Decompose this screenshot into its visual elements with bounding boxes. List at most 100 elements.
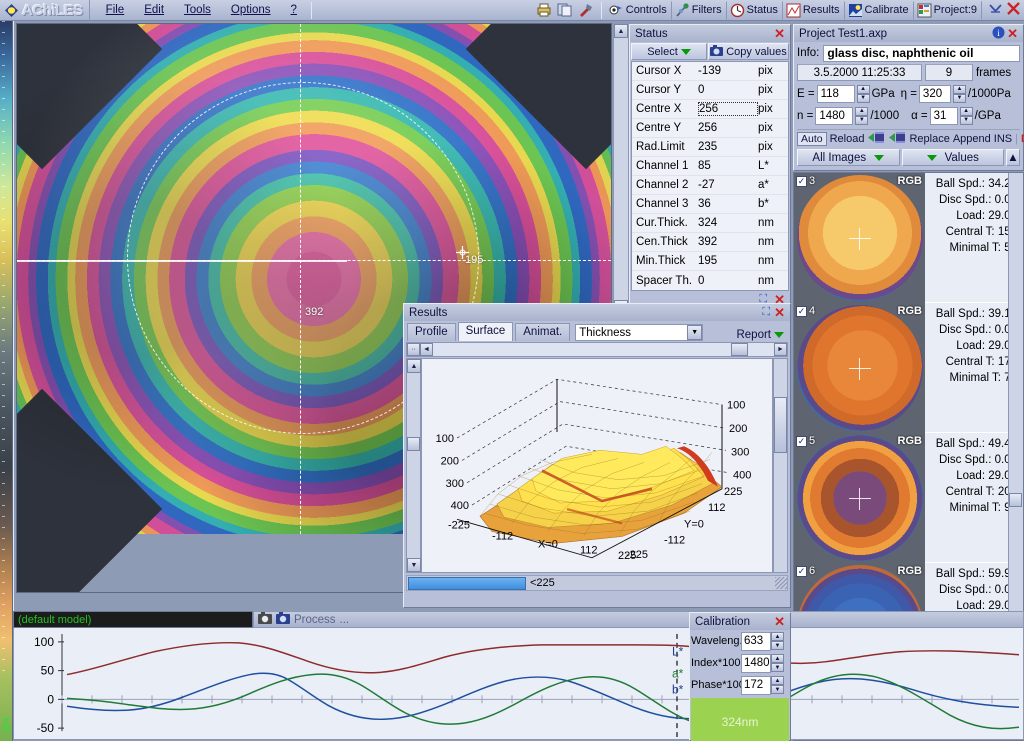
param-eta-stepper[interactable]: ▲ ▼	[952, 84, 966, 103]
checkbox[interactable]: ✓	[796, 305, 807, 317]
status-row-cursor-x[interactable]: Cursor X -139 pix	[632, 62, 788, 81]
toolbar-controls-button[interactable]: Controls	[606, 0, 672, 20]
checkbox[interactable]: ✓	[796, 435, 807, 447]
status-row-channel-3[interactable]: Channel 3 36 b*	[632, 195, 788, 214]
status-row-spacer-th[interactable]: Spacer Th. 0 nm	[632, 271, 788, 290]
tab-animat[interactable]: Animat.	[515, 323, 571, 341]
scroll-thumb[interactable]	[731, 343, 748, 356]
thumbnail-check[interactable]: ✓ 5	[796, 435, 815, 447]
stepper-up-icon[interactable]: ▲	[771, 676, 784, 685]
param-E-input[interactable]: 118	[816, 84, 855, 103]
status-row-min-thick[interactable]: Min.Thick 195 nm	[632, 252, 788, 271]
index-stepper[interactable]: ▲ ▼	[771, 654, 784, 672]
thumbnail[interactable]: ✓ 5 RGB	[794, 433, 925, 563]
list-item[interactable]: ✓ 5 RGB Ball Spd.: 49.46 Disc Spd.: 0.00…	[794, 433, 1023, 563]
status-close-icon[interactable]: ✕	[772, 27, 787, 40]
status-copy-values-button[interactable]: Copy values	[708, 43, 789, 60]
results-quantity-select[interactable]: Thickness ▼	[575, 324, 704, 341]
phase-stepper[interactable]: ▲ ▼	[771, 676, 784, 694]
stepper-up-icon[interactable]: ▲	[959, 106, 973, 116]
scroll-thumb[interactable]	[1009, 493, 1022, 507]
tab-surface[interactable]: Surface	[457, 322, 514, 341]
stepper-up-icon[interactable]: ▲	[952, 84, 966, 94]
ins-button[interactable]: INS	[994, 133, 1012, 145]
status-row-cen-thick[interactable]: Cen.Thick 392 nm	[632, 233, 788, 252]
stepper-down-icon[interactable]: ▼	[856, 93, 870, 103]
resize-grip-icon[interactable]	[775, 577, 787, 589]
scroll-thumb[interactable]	[407, 436, 420, 451]
process-label[interactable]: Process	[294, 614, 336, 626]
tools-icon[interactable]	[577, 1, 596, 20]
param-n-stepper[interactable]: ▲ ▼	[855, 106, 869, 125]
status-row-rad-limit[interactable]: Rad.Limit 235 pix	[632, 138, 788, 157]
minimize-icon[interactable]	[988, 2, 1003, 18]
status-row-channel-1[interactable]: Channel 1 85 L*	[632, 157, 788, 176]
copy-icon[interactable]	[556, 1, 575, 20]
checkbox[interactable]: ✓	[796, 565, 807, 577]
scroll-up-button[interactable]: ▲	[407, 359, 421, 373]
toolbar-results-button[interactable]: Results	[783, 0, 845, 20]
menu-file[interactable]: File	[96, 2, 135, 18]
auto-button[interactable]: Auto	[797, 132, 827, 146]
results-right-scrollbar[interactable]	[773, 358, 788, 573]
list-item[interactable]: ✓ 3 RGB Ball Spd.: 34.20 Disc Spd.: 0.00…	[794, 173, 1023, 303]
info-icon[interactable]: i	[992, 26, 1005, 42]
camera-blue-icon[interactable]	[276, 612, 290, 627]
menu-tools[interactable]: Tools	[174, 2, 221, 18]
stepper-up-icon[interactable]: ▲	[771, 654, 784, 663]
camera-icon[interactable]	[258, 612, 272, 627]
append-film-icon[interactable]	[888, 131, 906, 147]
close-icon[interactable]	[1006, 2, 1021, 18]
thumbnail[interactable]: ✓ 3 RGB	[794, 173, 925, 303]
thumbnail-check[interactable]: ✓ 3	[796, 175, 815, 187]
stepper-down-icon[interactable]: ▼	[771, 685, 784, 694]
toolbar-status-button[interactable]: Status	[727, 0, 783, 20]
toolbar-calibrate-button[interactable]: Calibrate	[845, 0, 914, 20]
model-field[interactable]: (default model)	[13, 611, 253, 628]
append-button[interactable]: Append	[953, 133, 991, 145]
surface-plot-canvas[interactable]: 100 200 300 400 100 200 300 400 225 112 …	[421, 358, 773, 573]
profile-chart[interactable]: 100 50 0 -50 L* a* b*	[13, 628, 1024, 740]
project-info-field[interactable]: glass disc, naphthenic oil	[823, 44, 1020, 62]
stepper-down-icon[interactable]: ▼	[771, 663, 784, 672]
phase-input[interactable]: 172	[741, 675, 771, 695]
toolbar-filters-button[interactable]: Filters	[672, 0, 727, 20]
report-menu-button[interactable]: Report	[736, 329, 788, 341]
thumbnail[interactable]: ✓ 4 RGB	[794, 303, 925, 433]
print-icon[interactable]	[535, 1, 554, 20]
tab-profile[interactable]: Profile	[407, 323, 456, 341]
wavelength-stepper[interactable]: ▲ ▼	[771, 632, 784, 650]
status-row-cur-thick[interactable]: Cur.Thick. 324 nm	[632, 214, 788, 233]
scroll-options-button[interactable]: ··	[407, 343, 420, 356]
menu-edit[interactable]: Edit	[134, 2, 174, 18]
results-left-scrollbar[interactable]: ▲ ▼	[406, 358, 421, 573]
scroll-up-button[interactable]: ▲	[614, 24, 628, 38]
stepper-down-icon[interactable]: ▼	[855, 115, 869, 125]
stepper-up-icon[interactable]: ▲	[855, 106, 869, 116]
stepper-down-icon[interactable]: ▼	[952, 93, 966, 103]
menu-help[interactable]: ?	[281, 2, 307, 18]
thumbnail-check[interactable]: ✓ 6	[796, 565, 815, 577]
status-row-cursor-y[interactable]: Cursor Y 0 pix	[632, 81, 788, 100]
param-eta-input[interactable]: 320	[918, 84, 951, 103]
checkbox[interactable]: ✓	[796, 175, 807, 187]
thumbnail-check[interactable]: ✓ 4	[796, 305, 815, 317]
scroll-down-button[interactable]: ▼	[407, 558, 421, 572]
status-row-channel-2[interactable]: Channel 2 -27 a*	[632, 176, 788, 195]
param-E-stepper[interactable]: ▲ ▼	[856, 84, 870, 103]
chevron-down-icon[interactable]: ▼	[687, 325, 703, 340]
results-restore-icon[interactable]: ⛶	[760, 306, 772, 319]
scroll-right-button[interactable]: ►	[774, 343, 787, 356]
param-alpha-input[interactable]: 31	[929, 106, 958, 125]
param-alpha-stepper[interactable]: ▲ ▼	[959, 106, 973, 125]
reload-film-icon[interactable]	[867, 131, 885, 147]
calibration-close-icon[interactable]: ✕	[772, 615, 787, 628]
process-more-label[interactable]: ...	[340, 614, 350, 626]
stepper-up-icon[interactable]: ▲	[771, 632, 784, 641]
list-item[interactable]: ✓ 4 RGB Ball Spd.: 39.12 Disc Spd.: 0.00…	[794, 303, 1023, 433]
status-select-button[interactable]: Select	[631, 43, 707, 60]
menu-options[interactable]: Options	[221, 2, 281, 18]
stepper-up-icon[interactable]: ▲	[856, 84, 870, 94]
status-row-centre-x[interactable]: Centre X 256 pix	[632, 100, 788, 119]
index-input[interactable]: 1480	[741, 653, 771, 673]
